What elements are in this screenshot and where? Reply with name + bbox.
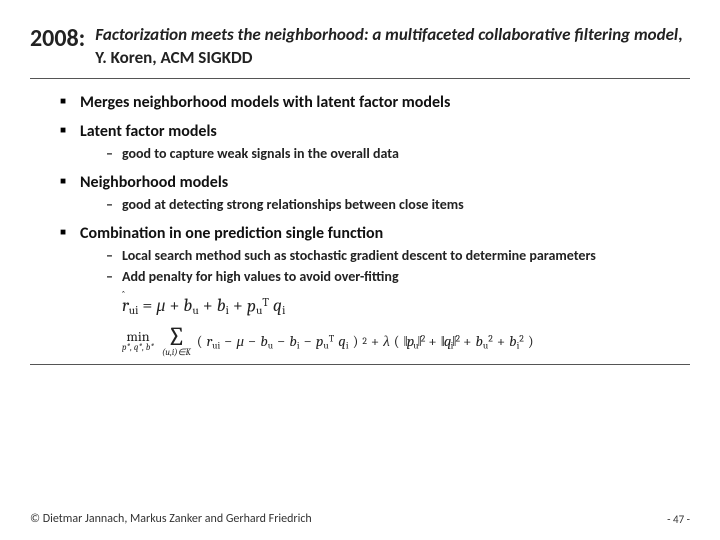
bi: bi [217, 295, 229, 317]
minus2: − [248, 332, 256, 350]
plus-lambda: + [371, 332, 379, 350]
rhat: ˆ rui [122, 295, 138, 317]
bullet-combination-sub2: Add penalty for high values to avoid ove… [106, 268, 690, 286]
rui-sub: ui [212, 340, 220, 351]
bu: bu [183, 295, 198, 317]
bi2sq: 2 [519, 333, 524, 344]
plus-r2: + [463, 332, 471, 350]
pu-p: p [247, 295, 256, 316]
bullet-combination-label: Combination in one prediction single fun… [80, 224, 383, 243]
slide-footer: © Dietmar Jannach, Markus Zanker and Ger… [30, 512, 690, 526]
qi-sub: i [282, 303, 285, 317]
obj-open: ( [197, 332, 203, 350]
mu: μ [156, 295, 165, 316]
norm-qi: ‖qi‖2 [441, 332, 459, 351]
pu-sup: T [262, 295, 269, 309]
nqsq: 2 [456, 333, 460, 344]
plus-r1: + [428, 332, 436, 350]
formula-block: ˆ rui = μ + bu + bi + puT qi min p*, q*,… [122, 295, 690, 358]
bullet-combination-sublist: Local search method such as stochastic g… [80, 247, 690, 286]
bullet-latent: Latent factor models good to capture wea… [60, 122, 690, 163]
plus-r3: + [497, 332, 505, 350]
lambda: λ [383, 332, 390, 351]
norm-pu: ‖pu‖2 [403, 332, 424, 351]
minus4: − [304, 332, 312, 350]
obj-rui: rui [207, 332, 221, 351]
credit-text: © Dietmar Jannach, Markus Zanker and Ger… [30, 512, 312, 526]
bu2sq: 2 [488, 333, 493, 344]
minus3: − [277, 332, 285, 350]
obj-bi: bi [289, 332, 299, 351]
obj-mu: μ [236, 332, 244, 351]
min-operator: min p*, q*, b* [122, 330, 154, 353]
bu-sub: u [192, 303, 198, 317]
obj-qi-q: q [338, 332, 346, 350]
npsq: 2 [421, 333, 425, 344]
obj-qi: qi [338, 332, 348, 351]
bullet-latent-sub1: good to capture weak signals in the over… [106, 145, 690, 163]
bullet-merges: Merges neighborhood models with latent f… [60, 93, 690, 112]
year-label: 2008: [30, 24, 85, 54]
paper-title-italic: Factorization meets the neighborhood: a … [95, 24, 678, 45]
bi2b: b [509, 332, 516, 350]
bullet-list: Merges neighborhood models with latent f… [30, 93, 690, 287]
hat-icon: ˆ [122, 289, 125, 302]
eq-sign: = [142, 295, 152, 316]
page-number: - 47 - [667, 513, 690, 526]
sigma-icon: ∑ [167, 325, 185, 350]
plus2: + [203, 295, 213, 316]
obj-pu: puT [316, 332, 334, 351]
obj-bu: bu [260, 332, 273, 351]
bi-b: b [217, 295, 226, 316]
nq: q [444, 332, 451, 350]
bullet-neighborhood: Neighborhood models good at detecting st… [60, 173, 690, 214]
bullet-latent-label: Latent factor models [80, 122, 217, 141]
divider-top [30, 78, 690, 79]
qi: qi [273, 295, 285, 317]
plus3: + [233, 295, 243, 316]
formula-objective: min p*, q*, b* ∑ (u,i)∈K ( rui − μ − bu … [122, 325, 690, 358]
bi2: bi2 [509, 332, 524, 351]
bi-sub: i [226, 303, 229, 317]
min-sub: p*, q*, b* [122, 344, 154, 353]
min-text: min [126, 330, 149, 344]
obj-sq: 2 [362, 336, 367, 347]
pu: puT [247, 295, 269, 317]
obj-bu-b: b [260, 332, 267, 350]
slide-header: 2008: Factorization meets the neighborho… [30, 24, 690, 70]
plus1: + [169, 295, 179, 316]
sum-operator: ∑ (u,i)∈K [162, 325, 191, 358]
obj-bi-b: b [289, 332, 296, 350]
obj-bu-sub: u [268, 340, 273, 351]
obj-qi-sub: i [346, 340, 349, 351]
minus1: − [224, 332, 232, 350]
paper-title: Factorization meets the neighborhood: a … [95, 24, 690, 70]
bullet-neighborhood-sublist: good at detecting strong relationships b… [80, 196, 690, 214]
bu2: bu2 [475, 332, 492, 351]
reg-open: ( [394, 332, 400, 350]
bullet-neighborhood-sub1: good at detecting strong relationships b… [106, 196, 690, 214]
qi-q: q [273, 295, 282, 316]
obj-pu-sup: T [329, 333, 334, 344]
bullet-combination-sub1: Local search method such as stochastic g… [106, 247, 690, 265]
bu2b: b [475, 332, 482, 350]
divider-bottom [30, 364, 690, 365]
r-sub: ui [129, 303, 139, 317]
obj-close: ) [353, 332, 359, 350]
bullet-latent-sublist: good to capture weak signals in the over… [80, 145, 690, 163]
obj-bi-sub: i [297, 340, 300, 351]
bullet-neighborhood-label: Neighborhood models [80, 173, 228, 192]
slide-root: 2008: Factorization meets the neighborho… [0, 0, 720, 540]
sum-limits: (u,i)∈K [162, 349, 191, 358]
bullet-combination: Combination in one prediction single fun… [60, 224, 690, 286]
formula-prediction: ˆ rui = μ + bu + bi + puT qi [122, 295, 690, 317]
reg-close: ) [528, 332, 534, 350]
